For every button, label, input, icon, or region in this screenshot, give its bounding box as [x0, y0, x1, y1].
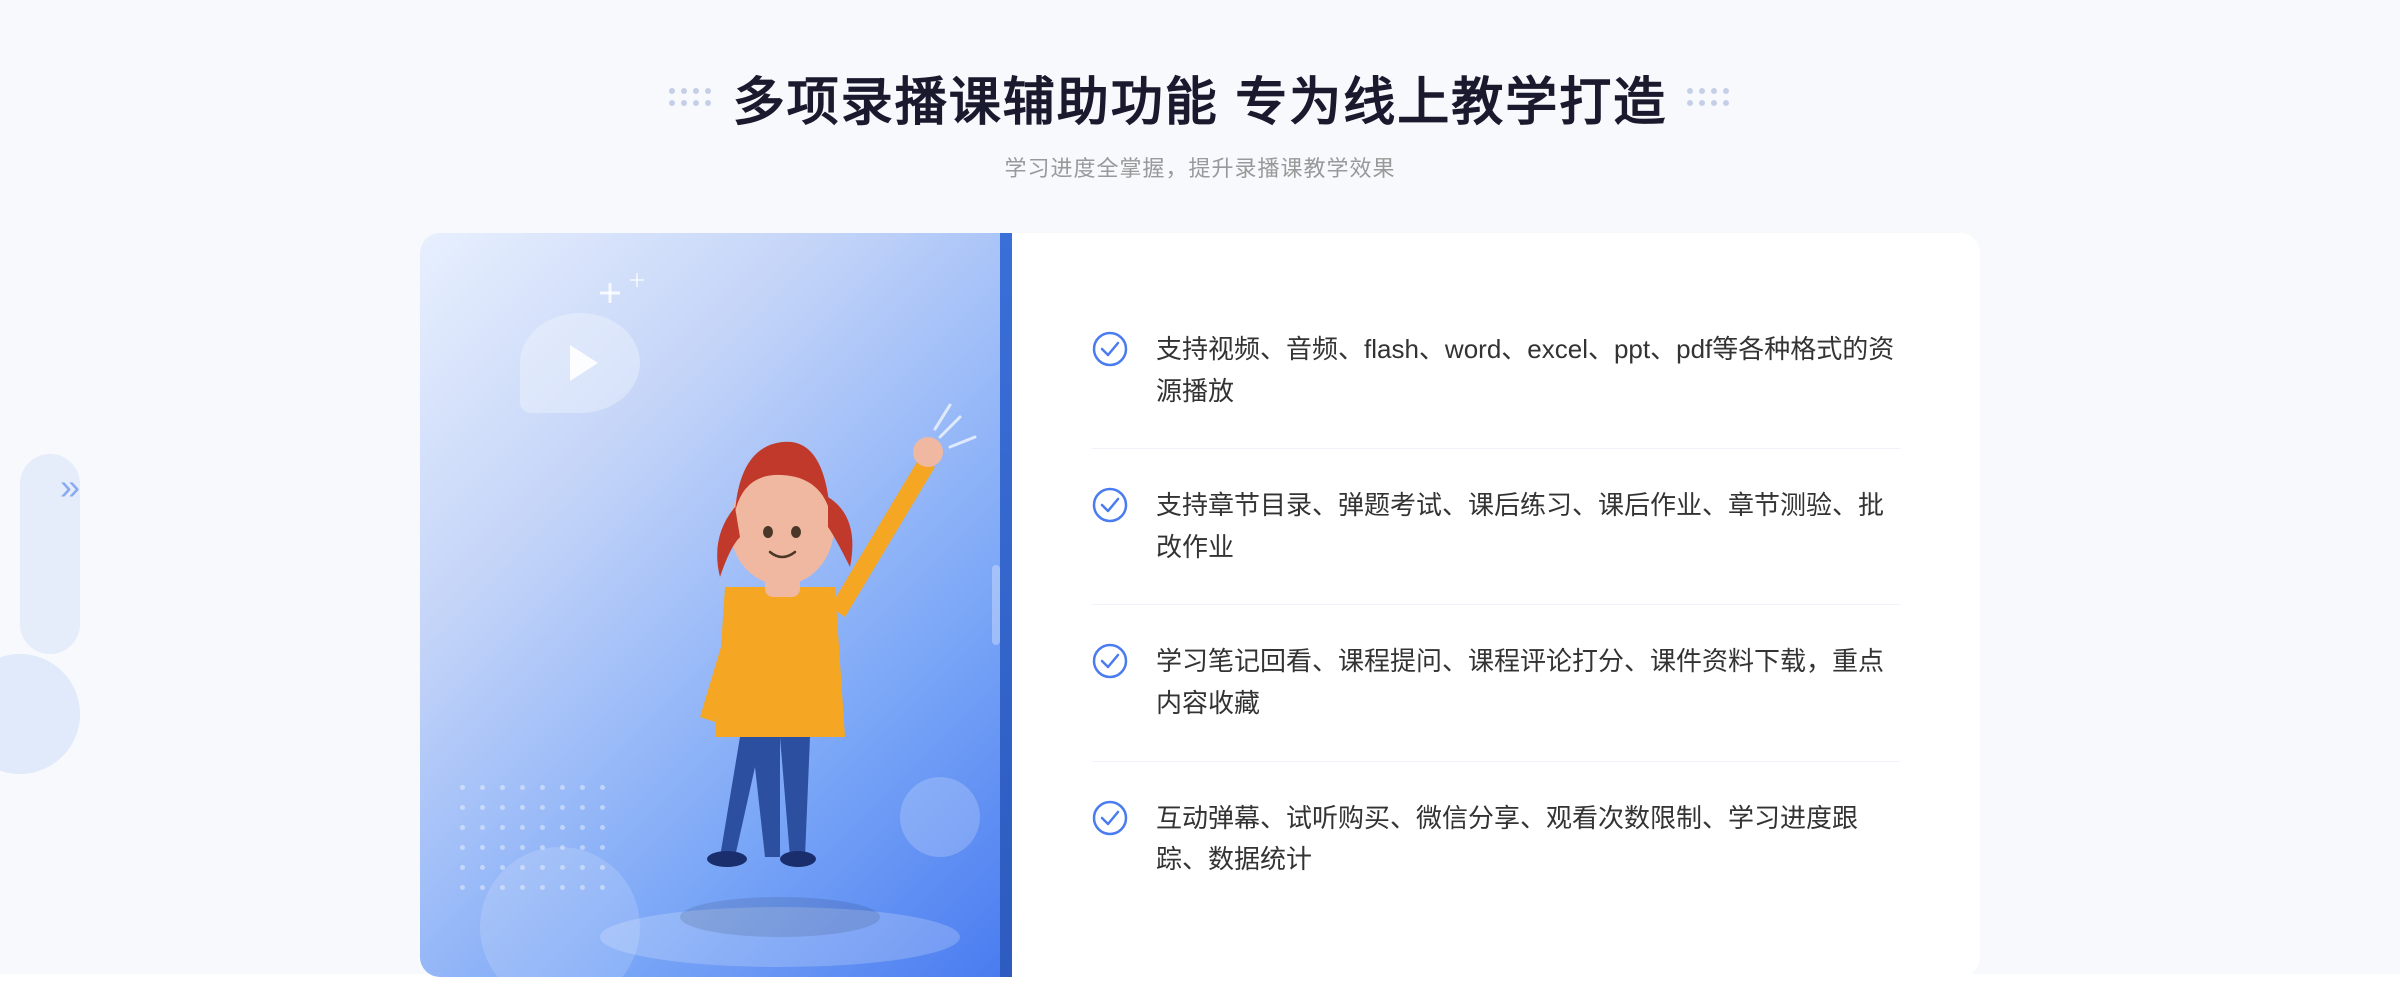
left-deco-circle — [0, 654, 80, 774]
title-dots-left — [669, 88, 713, 108]
feature-item-3: 学习笔记回看、课程提问、课程评论打分、课件资料下载，重点内容收藏 — [1092, 605, 1900, 761]
subtitle: 学习进度全掌握，提升录播课教学效果 — [1004, 151, 1395, 183]
sparkle-decoration-1 — [600, 283, 620, 303]
feature-item-1: 支持视频、音频、flash、word、excel、ppt、pdf等各种格式的资源… — [1092, 293, 1900, 449]
deco-stripes — [992, 565, 1000, 645]
header-section: 多项录播课辅助功能 专为线上教学打造 学习进度全掌握，提升录播课教学效果 — [669, 0, 1731, 183]
check-icon-1 — [1092, 331, 1128, 367]
check-icon-2 — [1092, 487, 1128, 523]
sparkle-decoration-2 — [630, 273, 644, 287]
main-title: 多项录播课辅助功能 专为线上教学打造 — [733, 60, 1667, 135]
feature-text-3: 学习笔记回看、课程提问、课程评论打分、课件资料下载，重点内容收藏 — [1156, 641, 1900, 724]
check-icon-3 — [1092, 643, 1128, 679]
left-illustration-panel — [420, 233, 1000, 977]
feature-text-4: 互动弹幕、试听购买、微信分享、观看次数限制、学习进度跟踪、数据统计 — [1156, 798, 1900, 881]
feature-item-2: 支持章节目录、弹题考试、课后练习、课后作业、章节测验、批改作业 — [1092, 449, 1900, 605]
title-row: 多项录播课辅助功能 专为线上教学打造 — [669, 60, 1731, 135]
left-deco-circle2 — [20, 454, 80, 654]
feature-text-1: 支持视频、音频、flash、word、excel、ppt、pdf等各种格式的资源… — [1156, 329, 1900, 412]
right-features-panel: 支持视频、音频、flash、word、excel、ppt、pdf等各种格式的资源… — [1012, 233, 1980, 977]
person-illustration — [580, 337, 1020, 977]
content-area: 支持视频、音频、flash、word、excel、ppt、pdf等各种格式的资源… — [420, 233, 1980, 977]
feature-text-2: 支持章节目录、弹题考试、课后练习、课后作业、章节测验、批改作业 — [1156, 485, 1900, 568]
check-icon-4 — [1092, 800, 1128, 836]
title-dots-right — [1687, 88, 1731, 108]
page-container: 多项录播课辅助功能 专为线上教学打造 学习进度全掌握，提升录播课教学效果 » — [0, 0, 2400, 974]
feature-item-4: 互动弹幕、试听购买、微信分享、观看次数限制、学习进度跟踪、数据统计 — [1092, 762, 1900, 917]
